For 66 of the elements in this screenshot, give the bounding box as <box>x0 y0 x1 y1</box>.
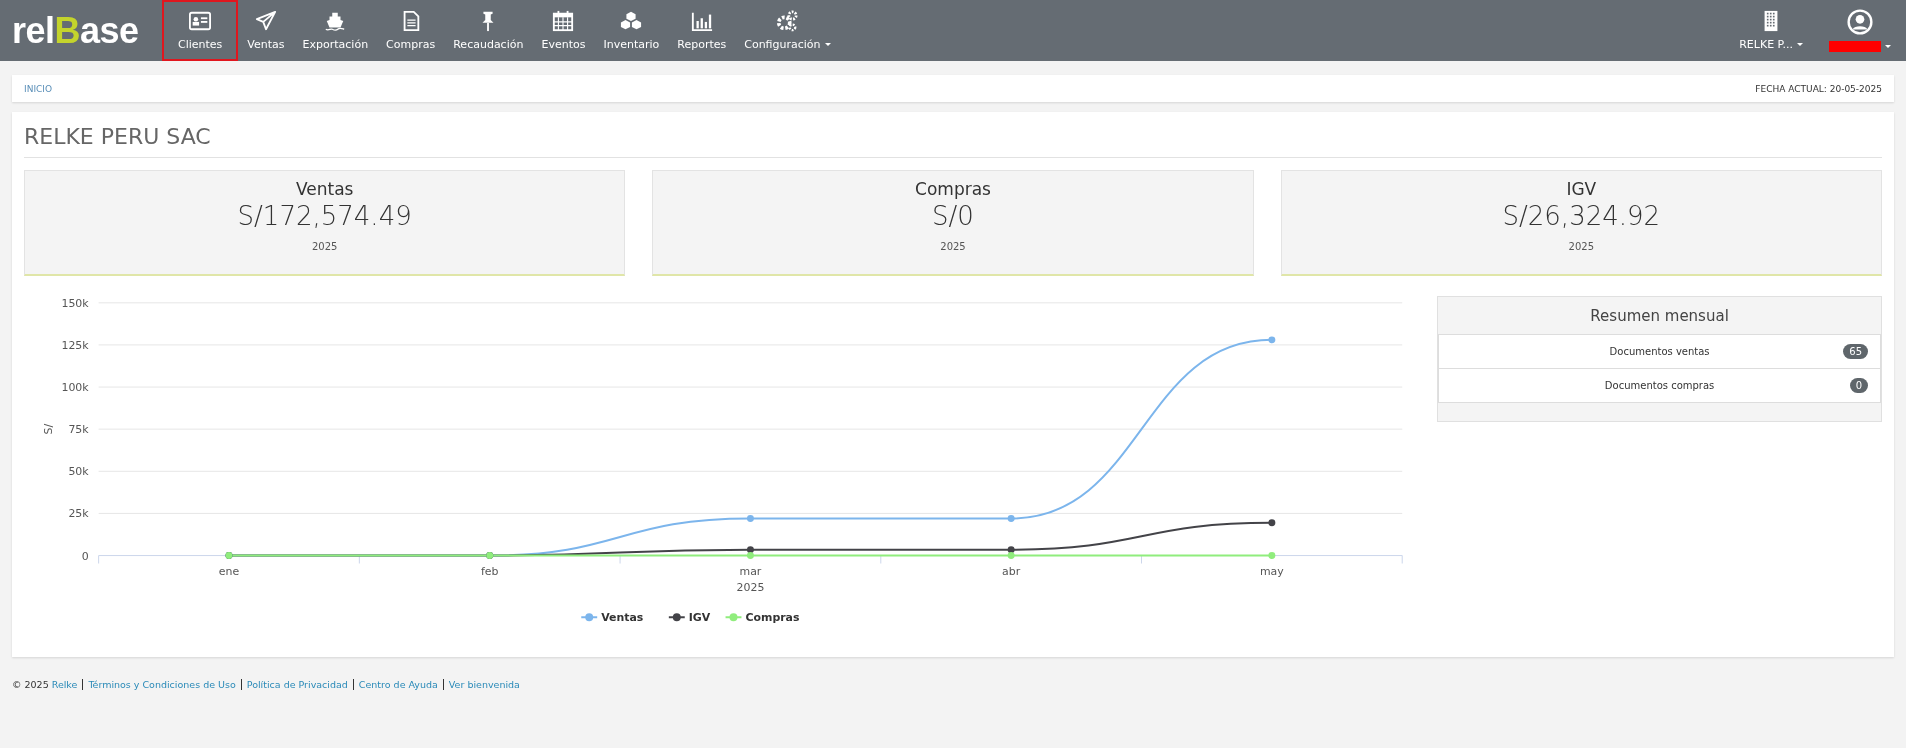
data-point <box>1268 519 1276 527</box>
company-menu[interactable]: RELKE P... <box>1730 0 1812 61</box>
nav-item[interactable]: Ventas <box>238 0 294 61</box>
nav-item[interactable]: Exportación <box>293 0 378 61</box>
x-axis-title: 2025 <box>736 581 765 595</box>
page-title: RELKE PERU SAC <box>24 124 1882 158</box>
summary-title: Resumen mensual <box>1589 306 1730 327</box>
x-tick-label: may <box>1259 565 1284 579</box>
nav-item[interactable]: Eventos <box>532 0 595 61</box>
card-title: Compras <box>915 179 991 199</box>
legend-item[interactable]: Ventas <box>580 611 644 625</box>
legend-label: IGV <box>688 611 711 625</box>
cubes-icon <box>620 10 643 32</box>
summary-label: Documentos compras <box>1604 380 1715 391</box>
footer-link[interactable]: Términos y Condiciones de Uso <box>82 679 241 690</box>
calendar-icon <box>552 10 575 32</box>
nav-item[interactable]: Configuración <box>735 0 840 61</box>
copyright-text: © 2025 <box>12 679 49 690</box>
footer-link[interactable]: Ver bienvenida <box>442 679 525 690</box>
footer-link[interactable]: Centro de Ayuda <box>352 679 443 690</box>
card-value: S/0 <box>932 201 974 231</box>
card-value: S/26,324.92 <box>1502 201 1661 231</box>
y-axis-title: S/ <box>41 423 55 435</box>
card-period: 2025 <box>1568 241 1595 252</box>
legend-item[interactable]: IGV <box>667 611 711 625</box>
data-point <box>1007 515 1015 522</box>
y-tick-label: 0 <box>81 549 89 563</box>
id-card-icon <box>189 10 212 32</box>
x-tick-label: abr <box>1002 565 1021 579</box>
y-tick-label: 150k <box>61 296 89 310</box>
user-icon <box>1847 9 1873 35</box>
nav-item[interactable]: Recaudación <box>444 0 533 61</box>
card-title: IGV <box>1566 179 1597 199</box>
card-value: S/172,574.49 <box>237 201 412 231</box>
current-date: FECHA ACTUAL: 20-05-2025 <box>1755 83 1882 94</box>
y-tick-label: 25k <box>68 507 89 521</box>
data-point <box>1268 336 1276 344</box>
legend-item[interactable]: Compras <box>724 611 800 625</box>
data-point <box>1268 552 1276 560</box>
card-period: 2025 <box>940 241 966 252</box>
x-tick-label: feb <box>480 565 499 579</box>
ship-icon <box>324 10 347 32</box>
legend-label: Compras <box>745 611 800 625</box>
logo[interactable]: relBase <box>0 0 148 61</box>
nav-item[interactable]: Reportes <box>668 0 736 61</box>
data-point <box>746 515 754 522</box>
count-badge: 0 <box>1849 378 1868 393</box>
footer-link[interactable]: Política de Privacidad <box>240 679 353 690</box>
card-title: Ventas <box>295 179 354 199</box>
breadcrumb-link[interactable]: INICIO <box>24 83 53 94</box>
nav-item[interactable]: Inventario <box>594 0 669 61</box>
nav-item[interactable]: Compras <box>377 0 445 61</box>
footer-link[interactable]: Relke <box>48 679 83 690</box>
legend-label: Ventas <box>601 611 644 625</box>
x-tick-label: mar <box>739 565 762 579</box>
y-tick-label: 125k <box>61 338 89 352</box>
count-badge: 65 <box>1843 344 1868 359</box>
y-tick-label: 50k <box>68 465 89 479</box>
summary-label: Documentos ventas <box>1609 346 1710 357</box>
y-tick-label: 100k <box>61 381 89 395</box>
card-period: 2025 <box>311 241 338 252</box>
x-tick-label: ene <box>218 565 240 579</box>
bar-chart-icon <box>690 10 713 32</box>
paper-plane-icon <box>254 10 277 32</box>
nav-item[interactable]: Clientes <box>162 0 239 61</box>
y-tick-label: 75k <box>68 423 89 437</box>
